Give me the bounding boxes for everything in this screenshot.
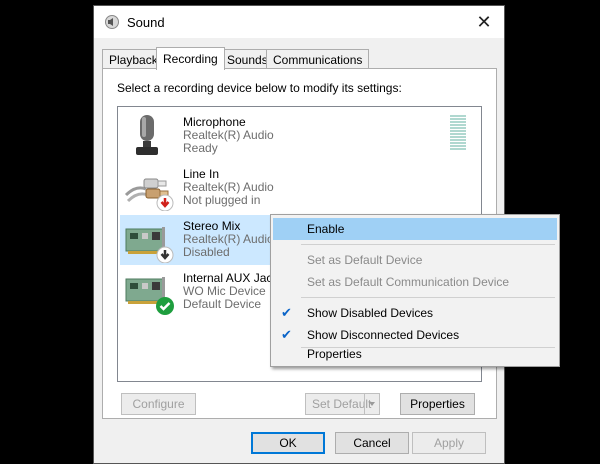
device-status: Not plugged in: [183, 193, 261, 207]
set-default-dropdown[interactable]: [364, 394, 379, 414]
properties-button[interactable]: Properties: [400, 393, 475, 415]
menu-item-label: Set as Default Communication Device: [307, 275, 510, 289]
device-driver: Realtek(R) Audio: [183, 128, 274, 142]
sound-card-icon: [125, 227, 174, 263]
device-name: Internal AUX Jack: [183, 271, 279, 285]
menu-item-label: Set as Default Device: [307, 253, 423, 267]
cancel-button[interactable]: Cancel: [335, 432, 409, 454]
instructions-text: Select a recording device below to modif…: [117, 81, 402, 95]
menu-separator: [301, 297, 555, 298]
menu-item-set-default-communication-device[interactable]: Set as Default Communication Device: [273, 271, 557, 293]
device-driver: Realtek(R) Audio: [183, 232, 274, 246]
checkmark-icon: ✔: [281, 305, 292, 320]
close-button[interactable]: ✕: [464, 6, 504, 38]
tab-recording[interactable]: Recording: [156, 47, 225, 70]
set-default-button[interactable]: Set Default: [305, 393, 380, 415]
menu-item-show-disabled-devices[interactable]: ✔ Show Disabled Devices: [273, 302, 557, 324]
device-name: Microphone: [183, 115, 246, 129]
menu-item-label: Enable: [307, 222, 345, 236]
menu-item-label: Show Disabled Devices: [307, 306, 434, 320]
device-name: Line In: [183, 167, 220, 181]
speaker-icon: [105, 15, 119, 29]
device-item-line-in[interactable]: Line In Realtek(R) Audio Not plugged in: [120, 163, 479, 213]
device-driver: Realtek(R) Audio: [183, 180, 274, 194]
device-driver: WO Mic Device: [183, 284, 266, 298]
menu-item-enable[interactable]: Enable: [273, 218, 557, 240]
sound-card-icon: [125, 277, 174, 315]
device-status: Default Device: [183, 297, 262, 311]
chevron-down-icon: [369, 402, 375, 406]
set-default-label: Set Default: [312, 397, 372, 411]
ok-button[interactable]: OK: [251, 432, 325, 454]
title-bar: Sound ✕: [94, 6, 504, 38]
device-status: Disabled: [183, 245, 230, 259]
microphone-icon: [136, 115, 158, 155]
tab-communications[interactable]: Communications: [266, 49, 370, 69]
menu-item-properties[interactable]: Properties: [273, 343, 557, 365]
menu-separator: [301, 244, 555, 245]
level-meter: [450, 115, 466, 153]
context-menu: Enable Set as Default Device Set as Defa…: [270, 214, 560, 367]
configure-button[interactable]: Configure: [121, 393, 196, 415]
device-item-microphone[interactable]: Microphone Realtek(R) Audio Ready: [120, 111, 479, 161]
menu-item-set-default-device[interactable]: Set as Default Device: [273, 249, 557, 271]
device-status: Ready: [183, 141, 218, 155]
device-name: Stereo Mix: [183, 219, 241, 233]
rca-cable-icon: [124, 178, 174, 211]
window-title: Sound: [127, 15, 165, 30]
apply-button[interactable]: Apply: [412, 432, 486, 454]
menu-item-label: Properties: [307, 347, 362, 361]
